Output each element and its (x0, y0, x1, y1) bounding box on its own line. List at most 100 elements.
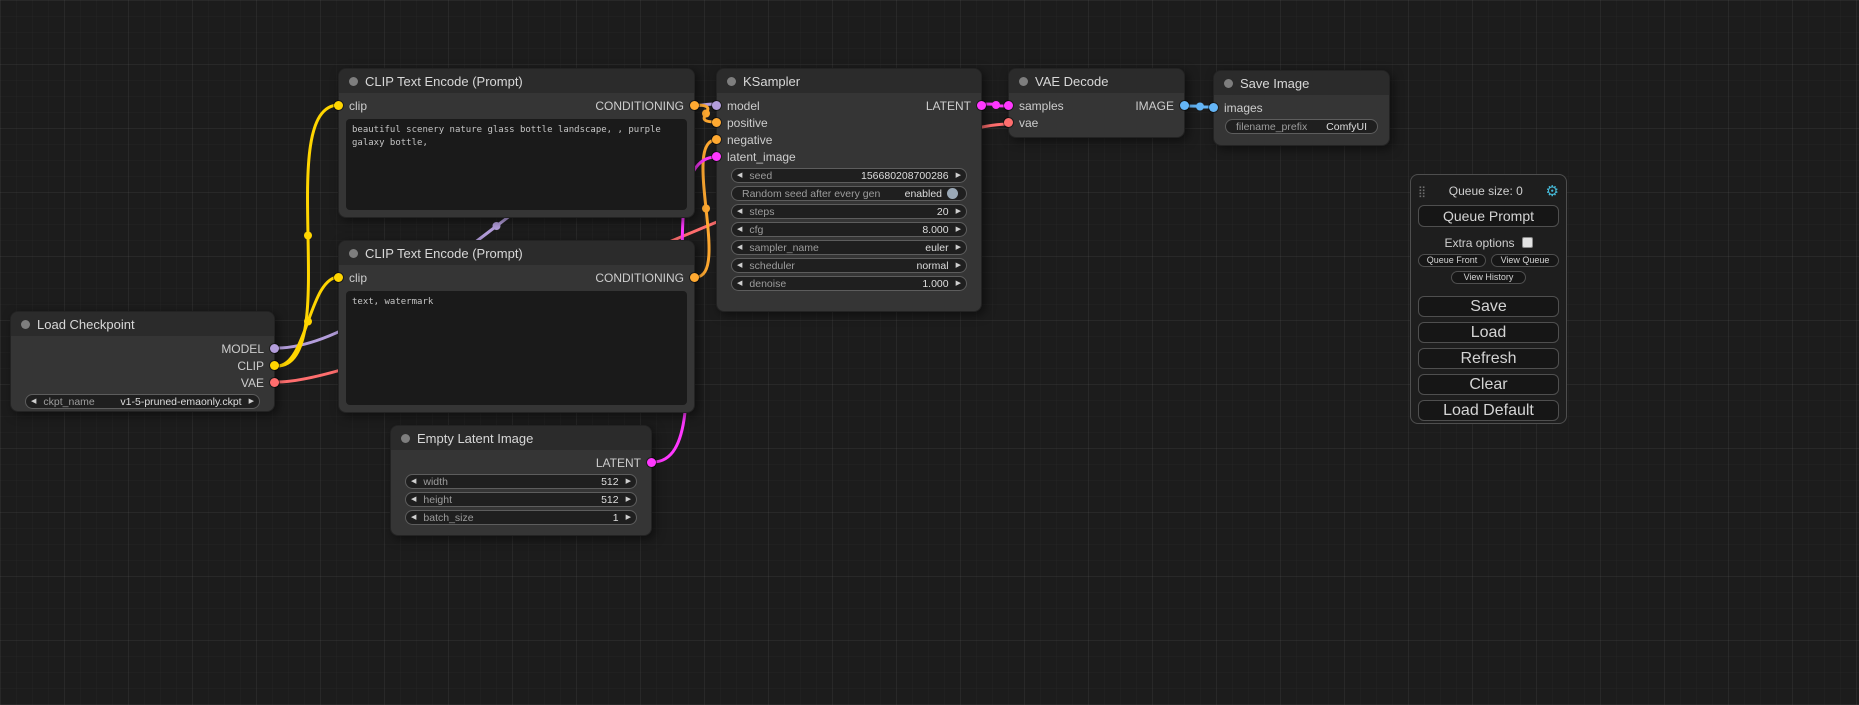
collapse-dot-icon[interactable] (349, 77, 358, 86)
widget-steps[interactable]: ◀ steps 20 ▶ (731, 204, 967, 219)
widget-batch-size[interactable]: ◀ batch_size 1 ▶ (405, 510, 637, 525)
node-title-label: VAE Decode (1035, 74, 1108, 89)
widget-seed[interactable]: ◀ seed 156680208700286 ▶ (731, 168, 967, 183)
prev-arrow-icon[interactable]: ◀ (737, 262, 742, 269)
node-clip-text-encode-negative[interactable]: CLIP Text Encode (Prompt) clip CONDITION… (338, 240, 695, 413)
slot-dot-model-input[interactable] (712, 101, 721, 110)
wire-midpoint-dot-negative-conditioning-to-ksampler (702, 205, 710, 213)
prompt-textarea[interactable]: text, watermark (346, 291, 687, 405)
increment-arrow-icon[interactable]: ▶ (956, 226, 961, 233)
decrement-arrow-icon[interactable]: ◀ (737, 172, 742, 179)
widget-scheduler[interactable]: ◀ scheduler normal ▶ (731, 258, 967, 273)
node-save-image[interactable]: Save Image images filename_prefix ComfyU… (1213, 70, 1390, 146)
slot-row: model LATENT (717, 97, 981, 114)
collapse-dot-icon[interactable] (401, 434, 410, 443)
slot-dot-images-input[interactable] (1209, 103, 1218, 112)
prev-arrow-icon[interactable]: ◀ (737, 244, 742, 251)
extra-options-checkbox[interactable] (1522, 237, 1533, 248)
clear-button[interactable]: Clear (1418, 374, 1559, 395)
decrement-arrow-icon[interactable]: ◀ (737, 208, 742, 215)
settings-gear-icon[interactable]: ⚙ (1546, 184, 1559, 199)
widget-width[interactable]: ◀ width 512 ▶ (405, 474, 637, 489)
slot-dot-clip-input[interactable] (334, 273, 343, 282)
toggle-knob[interactable] (947, 188, 958, 199)
widget-sampler-name[interactable]: ◀ sampler_name euler ▶ (731, 240, 967, 255)
collapse-dot-icon[interactable] (1019, 77, 1028, 86)
widget-label: batch_size (423, 512, 473, 524)
widget-cfg[interactable]: ◀ cfg 8.000 ▶ (731, 222, 967, 237)
slot-dot-samples-input[interactable] (1004, 101, 1013, 110)
queue-front-button[interactable]: Queue Front (1418, 254, 1486, 267)
increment-arrow-icon[interactable]: ▶ (956, 172, 961, 179)
slot-dot-latent-image-input[interactable] (712, 152, 721, 161)
widget-filename-prefix[interactable]: filename_prefix ComfyUI (1225, 119, 1378, 134)
slot-dot-vae-output[interactable] (270, 378, 279, 387)
decrement-arrow-icon[interactable]: ◀ (737, 280, 742, 287)
drag-handle-icon[interactable]: ⣿ (1418, 185, 1426, 198)
increment-arrow-icon[interactable]: ▶ (956, 208, 961, 215)
node-ksampler[interactable]: KSampler model LATENT positive negative (716, 68, 982, 312)
increment-arrow-icon[interactable]: ▶ (626, 514, 631, 521)
collapse-dot-icon[interactable] (349, 249, 358, 258)
view-history-button[interactable]: View History (1451, 271, 1527, 284)
decrement-arrow-icon[interactable]: ◀ (411, 496, 416, 503)
collapse-dot-icon[interactable] (21, 320, 30, 329)
widget-label: seed (749, 170, 772, 182)
node-title-bar[interactable]: KSampler (717, 69, 981, 93)
slot-label-latent-image: latent_image (727, 150, 796, 164)
slot-dot-model-output[interactable] (270, 344, 279, 353)
node-title-bar[interactable]: VAE Decode (1009, 69, 1184, 93)
increment-arrow-icon[interactable]: ▶ (956, 280, 961, 287)
slot-row: vae (1009, 114, 1184, 131)
node-vae-decode[interactable]: VAE Decode samples IMAGE vae (1008, 68, 1185, 138)
decrement-arrow-icon[interactable]: ◀ (737, 226, 742, 233)
slot-dot-positive-input[interactable] (712, 118, 721, 127)
widget-control-after-generate[interactable]: Random seed after every gen enabled (731, 186, 967, 201)
increment-arrow-icon[interactable]: ▶ (626, 496, 631, 503)
slot-label-images: images (1224, 101, 1263, 115)
widget-label: ckpt_name (43, 396, 94, 408)
widget-value: euler (925, 242, 948, 254)
slot-dot-clip-input[interactable] (334, 101, 343, 110)
slot-label-clip: CLIP (237, 359, 264, 373)
node-load-checkpoint[interactable]: Load Checkpoint MODEL CLIP VAE ◀ ckpt_na… (10, 311, 275, 412)
slot-dot-latent-output[interactable] (977, 101, 986, 110)
slot-dot-vae-input[interactable] (1004, 118, 1013, 127)
node-clip-text-encode-positive[interactable]: CLIP Text Encode (Prompt) clip CONDITION… (338, 68, 695, 218)
slot-dot-latent-output[interactable] (647, 458, 656, 467)
view-queue-button[interactable]: View Queue (1491, 254, 1559, 267)
slot-row: samples IMAGE (1009, 97, 1184, 114)
refresh-button[interactable]: Refresh (1418, 348, 1559, 369)
widget-height[interactable]: ◀ height 512 ▶ (405, 492, 637, 507)
slot-dot-conditioning-output[interactable] (690, 273, 699, 282)
load-button[interactable]: Load (1418, 322, 1559, 343)
node-title-bar[interactable]: Load Checkpoint (11, 312, 274, 336)
slot-dot-clip-output[interactable] (270, 361, 279, 370)
prompt-textarea[interactable]: beautiful scenery nature glass bottle la… (346, 119, 687, 210)
widget-denoise[interactable]: ◀ denoise 1.000 ▶ (731, 276, 967, 291)
decrement-arrow-icon[interactable]: ◀ (411, 514, 416, 521)
load-default-button[interactable]: Load Default (1418, 400, 1559, 421)
next-arrow-icon[interactable]: ▶ (956, 262, 961, 269)
increment-arrow-icon[interactable]: ▶ (626, 478, 631, 485)
prev-arrow-icon[interactable]: ◀ (31, 398, 36, 405)
decrement-arrow-icon[interactable]: ◀ (411, 478, 416, 485)
slot-dot-negative-input[interactable] (712, 135, 721, 144)
widget-value: 8.000 (922, 224, 948, 236)
slot-dot-image-output[interactable] (1180, 101, 1189, 110)
next-arrow-icon[interactable]: ▶ (249, 398, 254, 405)
node-title-bar[interactable]: Empty Latent Image (391, 426, 651, 450)
slot-dot-conditioning-output[interactable] (690, 101, 699, 110)
node-empty-latent-image[interactable]: Empty Latent Image LATENT ◀ width 512 ▶ … (390, 425, 652, 536)
node-title-bar[interactable]: Save Image (1214, 71, 1389, 95)
next-arrow-icon[interactable]: ▶ (956, 244, 961, 251)
output-row-model: MODEL (11, 340, 274, 357)
queue-prompt-button[interactable]: Queue Prompt (1418, 205, 1559, 227)
collapse-dot-icon[interactable] (727, 77, 736, 86)
node-title-bar[interactable]: CLIP Text Encode (Prompt) (339, 69, 694, 93)
collapse-dot-icon[interactable] (1224, 79, 1233, 88)
node-title-bar[interactable]: CLIP Text Encode (Prompt) (339, 241, 694, 265)
widget-ckpt-name[interactable]: ◀ ckpt_name v1-5-pruned-emaonly.ckpt ▶ (25, 394, 260, 409)
save-button[interactable]: Save (1418, 296, 1559, 317)
widget-value: 512 (601, 494, 619, 506)
